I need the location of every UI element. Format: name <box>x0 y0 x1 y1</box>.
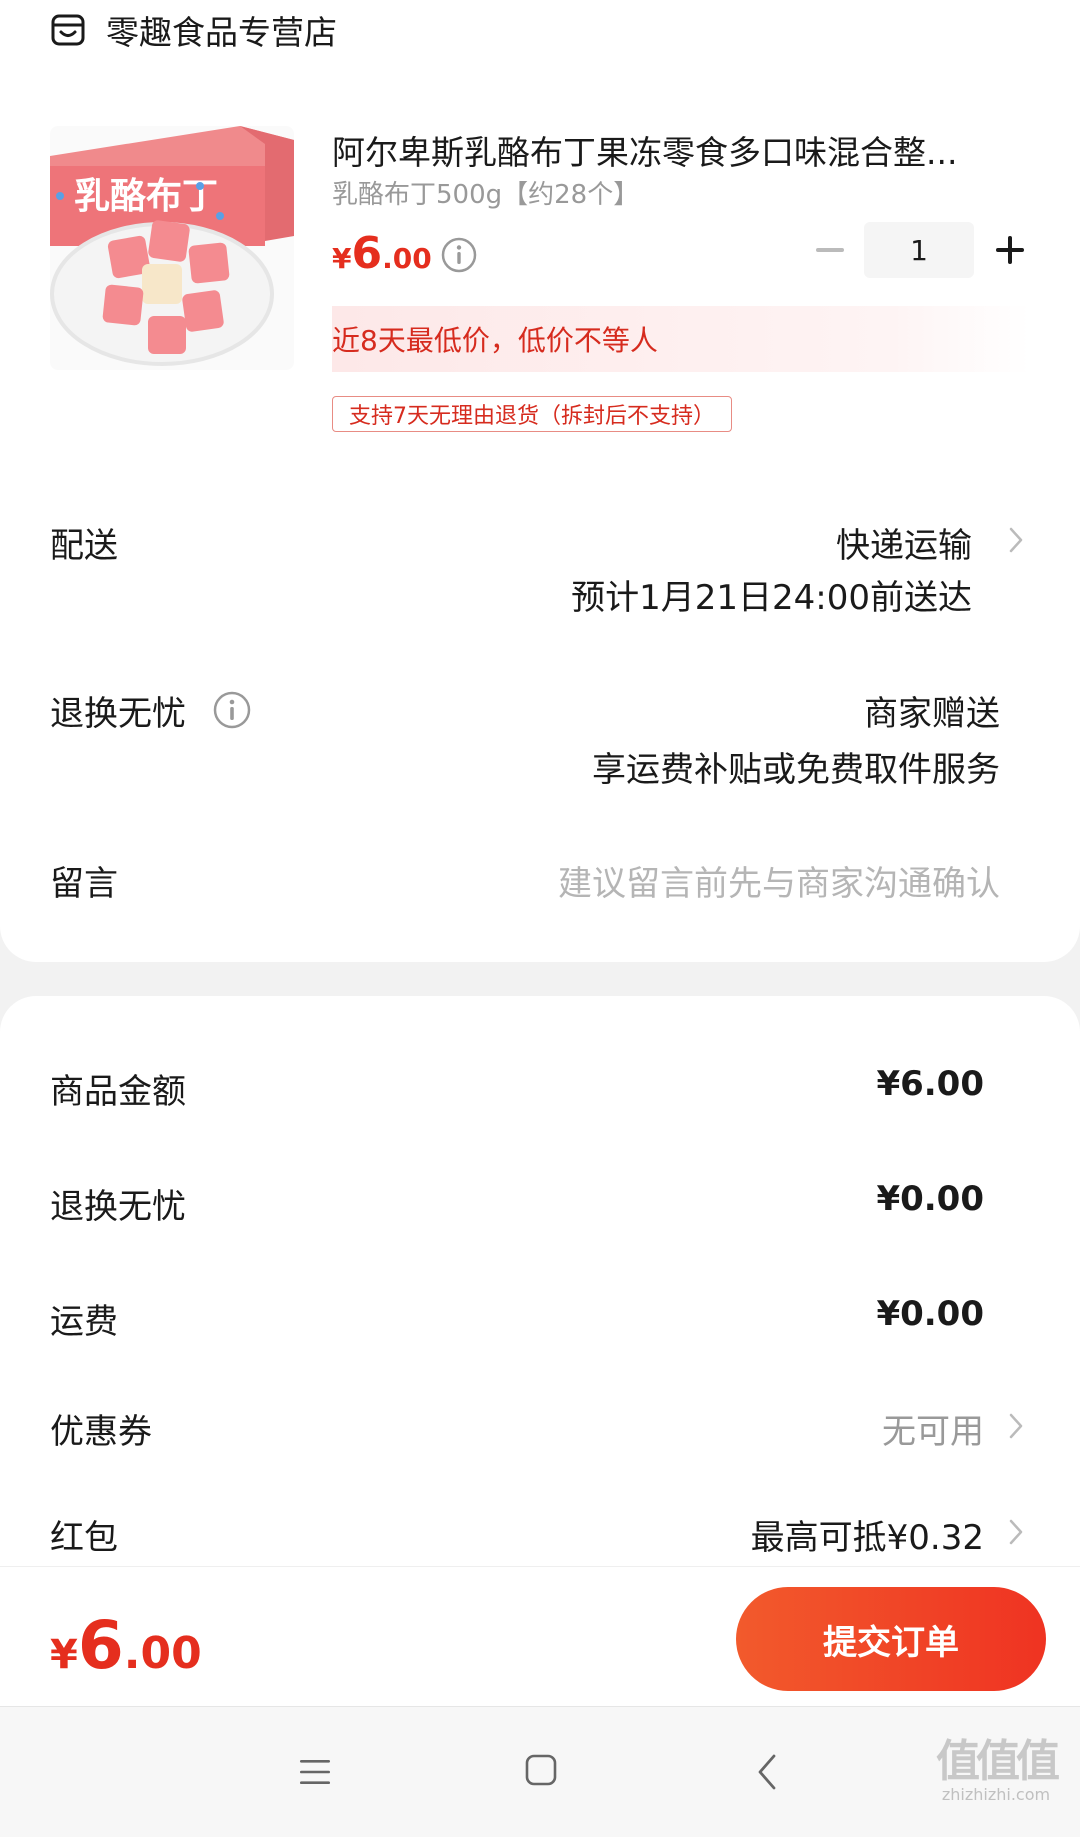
watermark-main: 值值值 <box>936 1736 1060 1787</box>
low-price-banner: 近8天最低价，低价不等人 <box>332 306 1030 372</box>
recent-apps-icon[interactable] <box>298 1757 332 1787</box>
delivery-chevron-icon[interactable] <box>1008 526 1024 554</box>
return-service-label: 退换无忧 <box>50 694 186 734</box>
product-spec[interactable]: 乳酪布丁500g【约28个】 <box>332 174 639 211</box>
delivery-label: 配送 <box>50 526 118 566</box>
price-decimal: .00 <box>382 242 432 275</box>
return-service-desc: 享运费补贴或免费取件服务 <box>592 750 1000 790</box>
checkout-bar: ¥6.00 提交订单 <box>0 1566 1080 1706</box>
submit-order-button[interactable]: 提交订单 <box>736 1587 1046 1691</box>
red-packet-value[interactable]: 最高可抵¥0.32 <box>751 1510 984 1559</box>
back-icon[interactable] <box>756 1753 778 1791</box>
quantity-decrease-button[interactable] <box>810 230 850 270</box>
summary-item-value: ¥0.00 <box>876 1179 984 1219</box>
red-packet-value-text: 最高可抵¥0.32 <box>750 1518 984 1558</box>
low-price-text: 近8天最低价，低价不等人 <box>332 324 658 357</box>
product-price: ¥6.00 <box>332 228 432 279</box>
total-price-decimal: .00 <box>123 1628 202 1679</box>
return-policy-badge: 支持7天无理由退货（拆封后不支持） <box>332 396 732 432</box>
system-navigation-bar: 值值值 zhizhizhi.com <box>0 1706 1080 1837</box>
watermark: 值值值 zhizhizhi.com <box>926 1725 1066 1804</box>
shop-name: 零趣食品专营店 <box>106 13 337 52</box>
summary-item-value: ¥0.00 <box>876 1294 984 1334</box>
return-service-value: 商家赠送 <box>864 694 1000 734</box>
coupon-value[interactable]: 无可用 <box>882 1404 984 1453</box>
red-packet-chevron-icon[interactable] <box>1008 1518 1024 1546</box>
total-price-integer: 6 <box>77 1607 124 1684</box>
message-input[interactable]: 建议留言前先与商家沟通确认 <box>558 856 1000 905</box>
shop-icon <box>51 14 85 46</box>
quantity-input[interactable]: 1 <box>864 222 974 278</box>
product-image[interactable]: 乳酪布丁 <box>50 126 294 370</box>
return-service-info-icon[interactable] <box>212 690 252 730</box>
home-icon[interactable] <box>524 1753 558 1787</box>
price-integer: 6 <box>351 228 383 279</box>
red-packet-label: 红包 <box>50 1518 118 1558</box>
message-label: 留言 <box>50 864 118 904</box>
total-price-symbol: ¥ <box>50 1632 78 1678</box>
price-info-icon[interactable] <box>440 236 478 274</box>
box-title-text: 乳酪布丁 <box>74 175 218 216</box>
shop-header[interactable]: 零趣食品专营店 <box>50 6 337 54</box>
delivery-method[interactable]: 快递运输 <box>836 518 972 567</box>
quantity-increase-button[interactable] <box>990 230 1030 270</box>
product-card: 零趣食品专营店 乳酪布丁 阿尔卑斯乳酪布丁果冻零食多口味混合整... 乳酪布丁5… <box>0 0 1080 962</box>
summary-item-label: 退换无忧 <box>50 1187 186 1227</box>
delivery-eta: 预计1月21日24:00前送达 <box>571 578 972 618</box>
total-price: ¥6.00 <box>50 1607 202 1684</box>
coupon-label: 优惠券 <box>50 1412 152 1452</box>
summary-item-label: 运费 <box>50 1302 118 1342</box>
order-confirm-page: 零趣食品专营店 乳酪布丁 阿尔卑斯乳酪布丁果冻零食多口味混合整... 乳酪布丁5… <box>0 0 1080 1837</box>
price-symbol: ¥ <box>332 242 352 275</box>
coupon-chevron-icon[interactable] <box>1008 1412 1024 1440</box>
summary-item-value: ¥6.00 <box>876 1064 984 1104</box>
watermark-sub: zhizhizhi.com <box>941 1785 1051 1804</box>
product-title[interactable]: 阿尔卑斯乳酪布丁果冻零食多口味混合整... <box>332 126 1032 174</box>
summary-item-label: 商品金额 <box>50 1072 186 1112</box>
